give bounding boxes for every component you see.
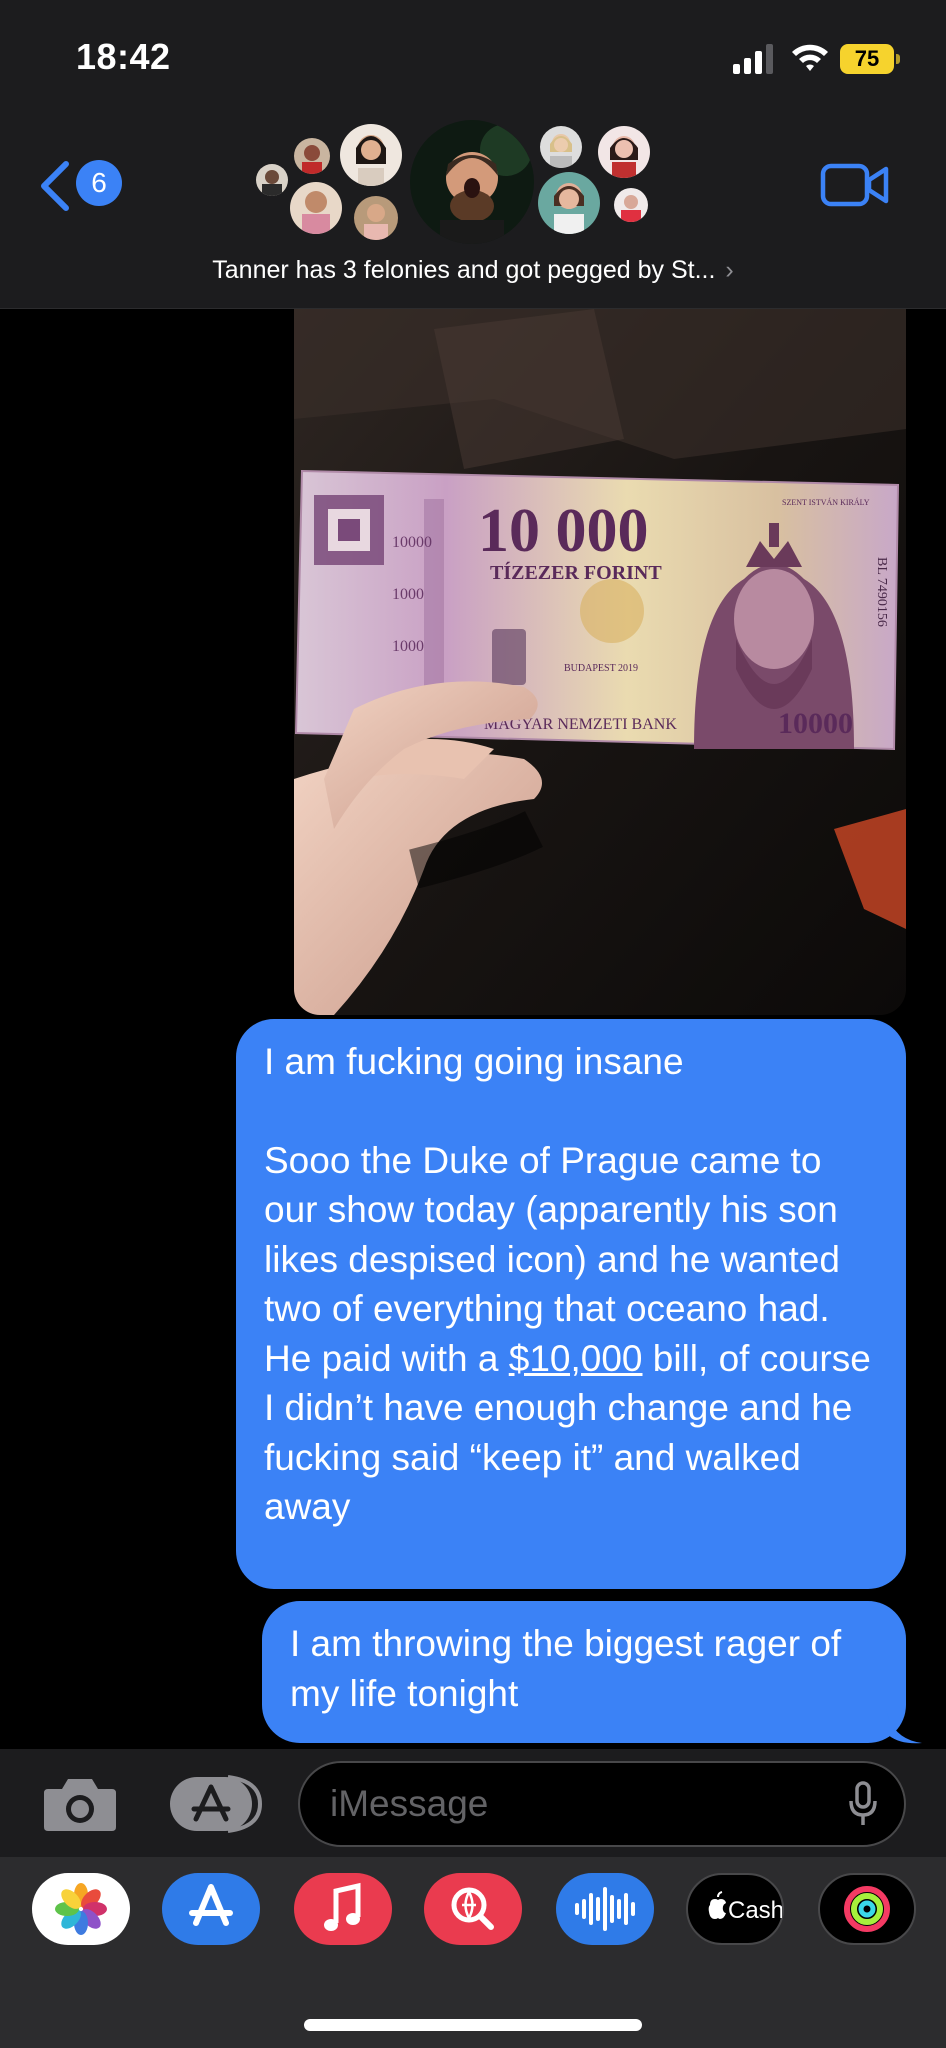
- status-time: 18:42: [76, 36, 171, 77]
- banknote-amount: 10 000: [478, 497, 649, 565]
- music-icon: [324, 1882, 361, 1931]
- wifi-icon: [792, 44, 828, 71]
- images-search-icon: [451, 1887, 494, 1930]
- music-app-button[interactable]: [294, 1873, 392, 1945]
- fitness-app-button[interactable]: [818, 1873, 916, 1945]
- avatar: [614, 188, 648, 222]
- banknote-serial: BL 7490156: [874, 557, 889, 627]
- apple-cash-icon: Cash: [708, 1891, 784, 1924]
- avatar: [340, 124, 402, 186]
- chevron-right-icon: ›: [725, 256, 734, 284]
- battery-cap: [896, 54, 900, 64]
- sent-message-bubble[interactable]: I am fucking going insane Sooo the Duke …: [236, 1019, 906, 1589]
- money-data-detector-link[interactable]: $10,000: [509, 1338, 643, 1379]
- message-text: I am fucking going insane: [264, 1041, 684, 1082]
- avatar: [410, 120, 534, 244]
- avatar: [538, 172, 600, 234]
- imessage-input[interactable]: iMessage: [298, 1761, 906, 1847]
- avatar: [354, 196, 398, 240]
- conversation-header: 6 Tanner has 3 felonies and got pegged b…: [0, 120, 946, 309]
- banknote-city: BUDAPEST 2019: [564, 663, 638, 674]
- svg-text:10000: 10000: [778, 707, 853, 740]
- bubble-tail: [886, 1709, 922, 1744]
- app-drawer-icon[interactable]: [166, 1773, 262, 1835]
- svg-text:1000: 1000: [392, 586, 424, 603]
- audio-message-icon: [575, 1887, 635, 1931]
- sent-message-bubble[interactable]: I am throwing the biggest rager of my li…: [262, 1601, 906, 1743]
- avatar: [290, 182, 342, 234]
- photos-icon: [55, 1883, 107, 1935]
- message-list[interactable]: 10000 1000 1000 10 000 TÍZEZER FORINT BU…: [0, 309, 946, 1749]
- group-avatars[interactable]: [250, 120, 670, 250]
- back-button[interactable]: 6: [38, 156, 128, 216]
- compose-bar: iMessage: [0, 1749, 946, 1857]
- fitness-icon: [844, 1886, 890, 1932]
- audio-message-app-button[interactable]: [556, 1873, 654, 1945]
- avatar: [598, 126, 650, 178]
- message-text: Sooo the Duke of Prague came to our show…: [264, 1139, 871, 1528]
- status-bar: 18:42 75: [0, 0, 946, 120]
- banknote-photo: 10000 1000 1000 10 000 TÍZEZER FORINT BU…: [294, 309, 906, 1015]
- avatar: [540, 126, 582, 168]
- camera-icon[interactable]: [40, 1773, 120, 1835]
- chevron-left-icon: [41, 161, 69, 211]
- battery-indicator: 75: [840, 44, 902, 76]
- cellular-signal-icon: [733, 44, 773, 74]
- photo-attachment[interactable]: 10000 1000 1000 10 000 TÍZEZER FORINT BU…: [294, 309, 906, 1015]
- banknote-king: SZENT ISTVÁN KIRÁLY: [782, 497, 870, 507]
- avatar: [256, 164, 288, 196]
- images-app-button[interactable]: [424, 1873, 522, 1945]
- apple-cash-app-button[interactable]: Cash: [686, 1873, 784, 1945]
- microphone-icon[interactable]: [848, 1781, 878, 1827]
- app-store-app-button[interactable]: [162, 1873, 260, 1945]
- unread-count-badge: 6: [76, 160, 122, 206]
- apple-cash-label: Cash: [728, 1897, 782, 1924]
- imessage-app-drawer: Cash: [0, 1857, 946, 2048]
- group-name-label: Tanner has 3 felonies and got pegged by …: [212, 256, 716, 284]
- facetime-video-icon[interactable]: [820, 160, 890, 210]
- home-indicator[interactable]: [304, 2019, 642, 2031]
- banknote-words: TÍZEZER FORINT: [490, 561, 662, 584]
- svg-text:1000: 1000: [392, 638, 424, 655]
- input-placeholder: iMessage: [330, 1783, 489, 1824]
- banknote-small-amount: 10000: [392, 534, 432, 551]
- photos-app-button[interactable]: [32, 1873, 130, 1945]
- message-text: I am throwing the biggest rager of my li…: [290, 1623, 842, 1714]
- battery-level: 75: [840, 44, 894, 74]
- avatar: [294, 138, 330, 174]
- group-name-button[interactable]: Tanner has 3 felonies and got pegged by …: [0, 256, 946, 285]
- app-store-icon: [189, 1884, 233, 1926]
